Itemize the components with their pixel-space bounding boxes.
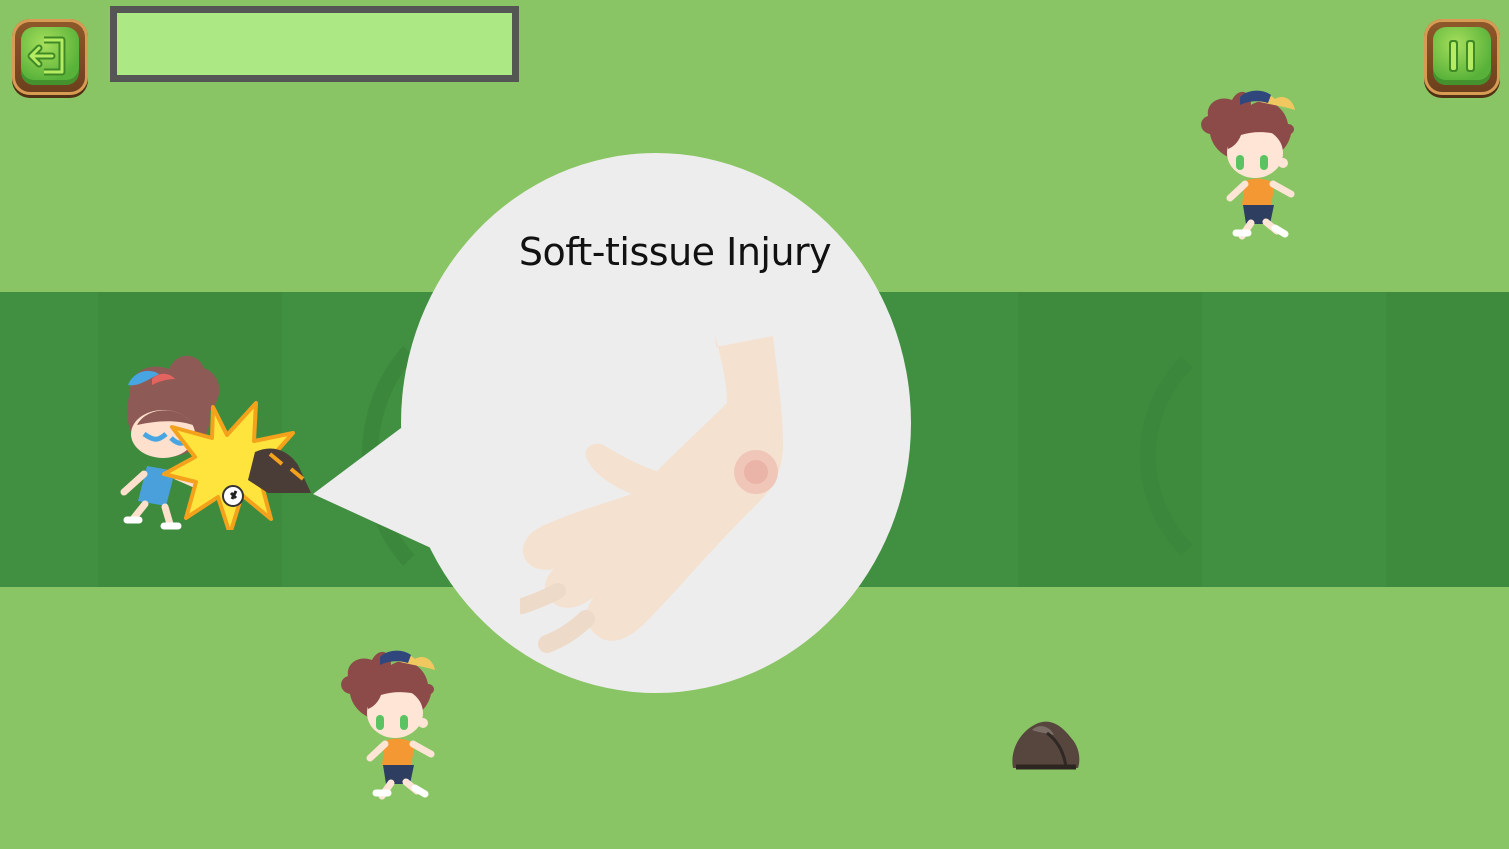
rock-icon bbox=[1012, 721, 1080, 770]
arm-bruise-icon bbox=[520, 336, 783, 653]
game-stage: Soft-tissue Injury bbox=[0, 0, 1509, 849]
injury-title: Soft-tissue Injury bbox=[518, 230, 832, 274]
